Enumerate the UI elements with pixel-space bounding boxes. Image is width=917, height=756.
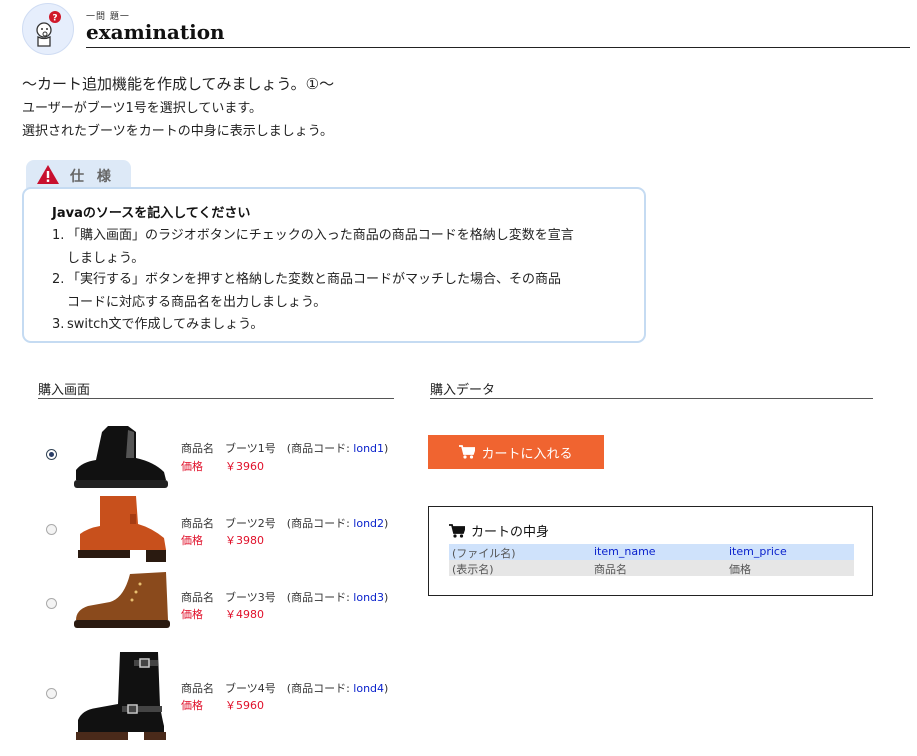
add-to-cart-label: カートに入れる bbox=[481, 446, 573, 462]
spec-item-text-cont: しましょう。 bbox=[67, 251, 145, 266]
product-price-2: 価格 ￥3980 bbox=[181, 532, 264, 548]
product-name-1: 商品名 ブーツ1号 (商品コード: lond1) bbox=[181, 440, 388, 456]
product-name-2: 商品名 ブーツ2号 (商品コード: lond2) bbox=[181, 515, 388, 531]
boot-1-image bbox=[74, 426, 168, 488]
product-price-value: ￥3960 bbox=[225, 460, 264, 473]
spec-item-text: 「購入画面」のラジオボタンにチェックの入った商品の商品コードを格納し変数を宣言 bbox=[67, 228, 574, 243]
product-code-prefix: (商品コード: bbox=[286, 517, 354, 530]
spec-item-number: 1. bbox=[52, 228, 65, 243]
product-price-value: ￥4980 bbox=[225, 608, 264, 621]
cart-header-row: (ファイル名) item_name item_price bbox=[449, 544, 854, 560]
boot-4-image bbox=[76, 652, 166, 740]
cart-cell: item_price bbox=[729, 545, 787, 558]
product-price-1: 価格 ￥3960 bbox=[181, 458, 264, 474]
spec-item-2: 2. 「実行する」ボタンを押すと格納した変数と商品コードがマッチした場合、その商品… bbox=[52, 268, 561, 314]
cart-cell: 価格 bbox=[729, 563, 751, 576]
spec-item-number: 3. bbox=[52, 317, 65, 332]
product-code-suffix: ) bbox=[384, 442, 389, 455]
spec-item-1: 1. 「購入画面」のラジオボタンにチェックの入った商品の商品コードを格納し変数を宣… bbox=[52, 224, 574, 270]
product-name-value: ブーツ3号 bbox=[225, 591, 276, 604]
intro-line-2: 選択されたブーツをカートの中身に表示しましょう。 bbox=[22, 124, 333, 139]
header-divider bbox=[86, 47, 910, 48]
product-price-3: 価格 ￥4980 bbox=[181, 606, 264, 622]
cart-cell: 商品名 bbox=[594, 563, 627, 576]
product-code-prefix: (商品コード: bbox=[286, 442, 354, 455]
product-code-suffix: ) bbox=[384, 682, 389, 695]
product-price-label: 価格 bbox=[181, 534, 203, 547]
spec-item-text-cont: コードに対応する商品名を出力しましょう。 bbox=[67, 295, 327, 310]
spec-tab-label: 仕 様 bbox=[70, 169, 115, 185]
spec-heading: Javaのソースを記入してください bbox=[52, 206, 251, 221]
product-code-prefix: (商品コード: bbox=[286, 591, 354, 604]
product-name-label: 商品名 bbox=[181, 517, 214, 530]
purchase-screen-title: 購入画面 bbox=[38, 383, 91, 398]
cart-title: カートの中身 bbox=[449, 521, 549, 540]
product-radio-3[interactable] bbox=[46, 598, 57, 609]
product-name-label: 商品名 bbox=[181, 591, 214, 604]
spec-item-number: 2. bbox=[52, 272, 65, 287]
cart-icon bbox=[449, 523, 465, 538]
boot-2-image bbox=[78, 496, 166, 562]
intro-line-1: ユーザーがブーツ1号を選択しています。 bbox=[22, 101, 263, 116]
product-code-suffix: ) bbox=[384, 591, 389, 604]
cart-cell: (ファイル名) bbox=[452, 547, 516, 560]
cart-title-label: カートの中身 bbox=[471, 525, 550, 540]
purchase-screen-divider bbox=[38, 398, 394, 399]
product-price-value: ￥3980 bbox=[225, 534, 264, 547]
boot-3-image bbox=[74, 572, 170, 628]
product-price-value: ￥5960 bbox=[225, 699, 264, 712]
product-price-4: 価格 ￥5960 bbox=[181, 697, 264, 713]
cart-cell: (表示名) bbox=[452, 563, 494, 576]
question-avatar-icon: ? bbox=[22, 3, 74, 55]
purchase-data-divider bbox=[430, 398, 873, 399]
warning-icon bbox=[37, 165, 59, 184]
product-radio-4[interactable] bbox=[46, 688, 57, 699]
product-name-value: ブーツ4号 bbox=[225, 682, 276, 695]
product-price-label: 価格 bbox=[181, 460, 203, 473]
spec-item-3: 3. switch文で作成してみましょう。 bbox=[52, 313, 263, 336]
cart-contents-box: カートの中身 (ファイル名) item_name item_price (表示名… bbox=[428, 506, 873, 596]
product-price-label: 価格 bbox=[181, 699, 203, 712]
spec-item-text: switch文で作成してみましょう。 bbox=[67, 317, 264, 332]
product-name-value: ブーツ2号 bbox=[225, 517, 276, 530]
product-name-label: 商品名 bbox=[181, 682, 214, 695]
product-code-value: lond3 bbox=[353, 591, 385, 604]
cart-cell: item_name bbox=[594, 545, 656, 558]
purchase-data-title: 購入データ bbox=[430, 383, 496, 398]
add-to-cart-button[interactable]: カートに入れる bbox=[428, 435, 604, 469]
product-name-3: 商品名 ブーツ3号 (商品コード: lond3) bbox=[181, 589, 388, 605]
product-code-prefix: (商品コード: bbox=[286, 682, 354, 695]
cart-icon bbox=[459, 445, 476, 459]
product-code-value: lond1 bbox=[353, 442, 385, 455]
product-radio-2[interactable] bbox=[46, 524, 57, 535]
exercise-heading: 〜カート追加機能を作成してみましょう。①〜 bbox=[22, 75, 335, 93]
product-radio-1[interactable] bbox=[46, 449, 57, 460]
product-code-suffix: ) bbox=[384, 517, 389, 530]
product-name-4: 商品名 ブーツ4号 (商品コード: lond4) bbox=[181, 680, 388, 696]
svg-text:?: ? bbox=[52, 14, 57, 24]
product-price-label: 価格 bbox=[181, 608, 203, 621]
product-name-value: ブーツ1号 bbox=[225, 442, 276, 455]
product-name-label: 商品名 bbox=[181, 442, 214, 455]
page-title: examination bbox=[86, 20, 225, 44]
product-code-value: lond2 bbox=[353, 517, 385, 530]
cart-label-row: (表示名) 商品名 価格 bbox=[449, 560, 854, 576]
product-code-value: lond4 bbox=[353, 682, 385, 695]
spec-tab: 仕 様 bbox=[26, 160, 131, 188]
spec-item-text: 「実行する」ボタンを押すと格納した変数と商品コードがマッチした場合、その商品 bbox=[67, 272, 562, 287]
